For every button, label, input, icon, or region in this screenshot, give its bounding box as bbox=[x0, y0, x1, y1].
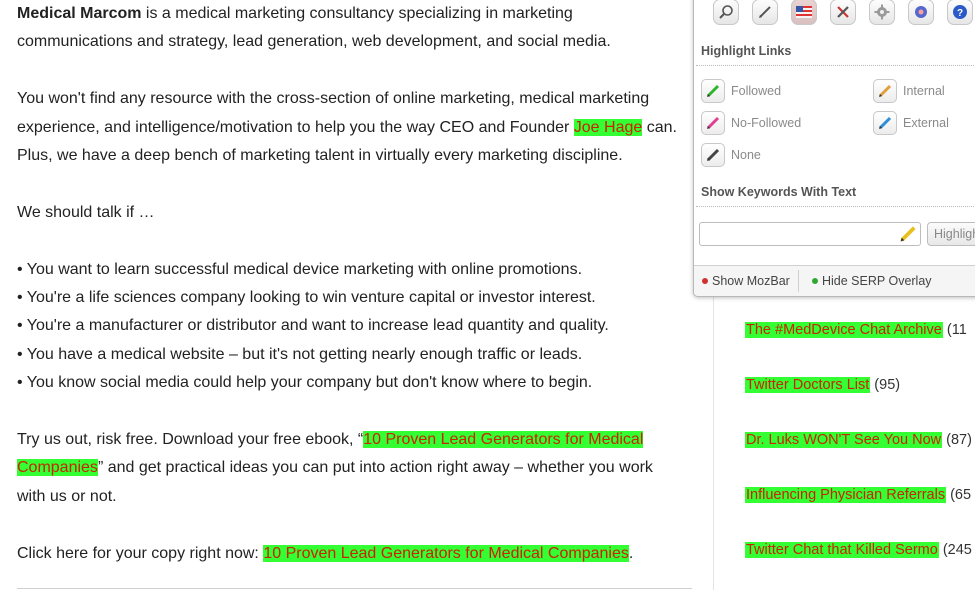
section-divider bbox=[696, 65, 975, 66]
ebook-paragraph: Try us out, risk free. Download your fre… bbox=[17, 426, 697, 454]
highlight-links-title: Highlight Links bbox=[701, 44, 792, 58]
ebook-link-part1[interactable]: 10 Proven Lead Generators for Medical bbox=[363, 431, 644, 449]
list-item: Twitter Chat that Killed Sermo (245 bbox=[745, 542, 972, 558]
company-name: Medical Marcom bbox=[17, 5, 142, 22]
article-paragraph-intro: Medical Marcom is a medical marketing co… bbox=[17, 0, 697, 28]
yellow-pen-icon bbox=[898, 224, 918, 247]
highlight-button[interactable]: Highlight bbox=[927, 222, 975, 246]
section-divider bbox=[696, 206, 975, 207]
sidebar-count: (245 bbox=[938, 542, 972, 558]
ebook-text-line3: with us or not. bbox=[17, 487, 117, 505]
option-followed-label: Followed bbox=[731, 84, 782, 98]
sidebar-divider bbox=[713, 295, 714, 590]
pencil-icon[interactable] bbox=[752, 0, 778, 25]
option-external-label: External bbox=[903, 116, 949, 130]
sidebar-link[interactable]: Twitter Doctors List bbox=[745, 377, 871, 393]
article-paragraph-resource: You won't find any resource with the cro… bbox=[17, 85, 697, 113]
talk-if-text: We should talk if … bbox=[17, 203, 155, 221]
option-followed[interactable]: Followed bbox=[701, 79, 781, 103]
list-item: Influencing Physician Referrals (65 bbox=[745, 487, 971, 503]
option-nofollowed-label: No-Followed bbox=[731, 116, 802, 130]
gear-icon[interactable] bbox=[869, 0, 895, 25]
sidebar-link[interactable]: Twitter Chat that Killed Sermo bbox=[745, 542, 939, 558]
resource-text-line1: You won't find any resource with the cro… bbox=[17, 90, 650, 108]
option-internal-label: Internal bbox=[903, 84, 945, 98]
sidebar-link[interactable]: The #MedDevice Chat Archive bbox=[745, 322, 943, 338]
option-external[interactable]: External bbox=[873, 111, 949, 135]
sidebar-link[interactable]: Influencing Physician Referrals bbox=[745, 487, 947, 503]
ebook-paragraph-line2: Companies” and get practical ideas you c… bbox=[17, 454, 697, 482]
footer-separator bbox=[798, 270, 799, 292]
orange-pen-icon bbox=[873, 79, 897, 103]
bullet-item: • You're a life sciences company looking… bbox=[17, 289, 596, 307]
sidebar-count: (65 bbox=[946, 487, 972, 503]
bullet-item: • You want to learn successful medical d… bbox=[17, 260, 583, 278]
list-item: The #MedDevice Chat Archive (11 bbox=[745, 322, 967, 338]
green-dot-icon bbox=[812, 278, 818, 284]
resource-text-line2-end: can. bbox=[642, 118, 677, 136]
content-divider bbox=[17, 588, 692, 589]
hide-serp-link[interactable]: Hide SERP Overlay bbox=[812, 274, 932, 288]
flag-icon[interactable] bbox=[791, 0, 817, 25]
ebook-download-link[interactable]: 10 Proven Lead Generators for Medical Co… bbox=[263, 544, 629, 562]
sidebar-count: (11 bbox=[942, 322, 967, 338]
settings-icon[interactable] bbox=[908, 0, 934, 25]
resource-text-line2-row: experience, and intelligence/motivation … bbox=[17, 114, 697, 142]
tools-icon[interactable] bbox=[830, 0, 856, 25]
bullet-item: • You have a medical website – but it's … bbox=[17, 345, 583, 363]
keywords-title: Show Keywords With Text bbox=[701, 185, 857, 199]
joe-hage-link[interactable]: Joe Hage bbox=[573, 118, 643, 136]
blue-pen-icon bbox=[873, 111, 897, 135]
svg-text:?: ? bbox=[957, 8, 963, 19]
ebook-link-part2[interactable]: Companies bbox=[17, 459, 98, 477]
ebook-text: Try us out, risk free. Download your fre… bbox=[17, 431, 364, 449]
option-none-label: None bbox=[731, 148, 761, 162]
mozbar-toolbar: ? bbox=[694, 0, 975, 33]
bullet-item: • You know social media could help your … bbox=[17, 374, 593, 392]
click-here-text: Click here for your copy right now: bbox=[17, 544, 264, 562]
intro-text-line2: communications and strategy, lead genera… bbox=[17, 33, 611, 51]
sidebar-count: (87) bbox=[942, 432, 972, 448]
intro-text: is a medical marketing consultancy speci… bbox=[141, 5, 573, 22]
sidebar-link[interactable]: Dr. Luks WON'T See You Now bbox=[745, 432, 943, 448]
mozbar-panel: ? Highlight Links Followed Internal No-F… bbox=[693, 0, 975, 297]
bullet-item: • You're a manufacturer or distributor a… bbox=[17, 317, 609, 335]
ebook-text-line2: ” and get practical ideas you can put in… bbox=[97, 459, 653, 477]
show-mozbar-label: Show MozBar bbox=[712, 274, 790, 288]
pink-pen-icon bbox=[701, 111, 725, 135]
magnifier-icon[interactable] bbox=[713, 0, 739, 25]
option-nofollowed[interactable]: No-Followed bbox=[701, 111, 801, 135]
hide-serp-label: Hide SERP Overlay bbox=[822, 274, 932, 288]
option-none[interactable]: None bbox=[701, 143, 761, 167]
help-icon[interactable]: ? bbox=[947, 0, 973, 25]
option-internal[interactable]: Internal bbox=[873, 79, 945, 103]
resource-text-line3: Plus, we have a deep bench of marketing … bbox=[17, 147, 623, 165]
resource-text-line2: experience, and intelligence/motivation … bbox=[17, 118, 574, 136]
list-item: Twitter Doctors List (95) bbox=[745, 377, 900, 393]
click-here-end: . bbox=[628, 544, 634, 562]
keyword-input[interactable] bbox=[699, 222, 921, 246]
black-pen-icon bbox=[701, 143, 725, 167]
green-pen-icon bbox=[701, 79, 725, 103]
article-body: Medical Marcom is a medical marketing co… bbox=[17, 0, 697, 568]
show-mozbar-link[interactable]: Show MozBar bbox=[702, 274, 790, 288]
sidebar-count: (95) bbox=[870, 377, 901, 393]
mozbar-footer: Show MozBar Hide SERP Overlay bbox=[694, 265, 975, 296]
click-here-paragraph: Click here for your copy right now: 10 P… bbox=[17, 540, 697, 568]
red-dot-icon bbox=[702, 278, 708, 284]
list-item: Dr. Luks WON'T See You Now (87) bbox=[745, 432, 972, 448]
